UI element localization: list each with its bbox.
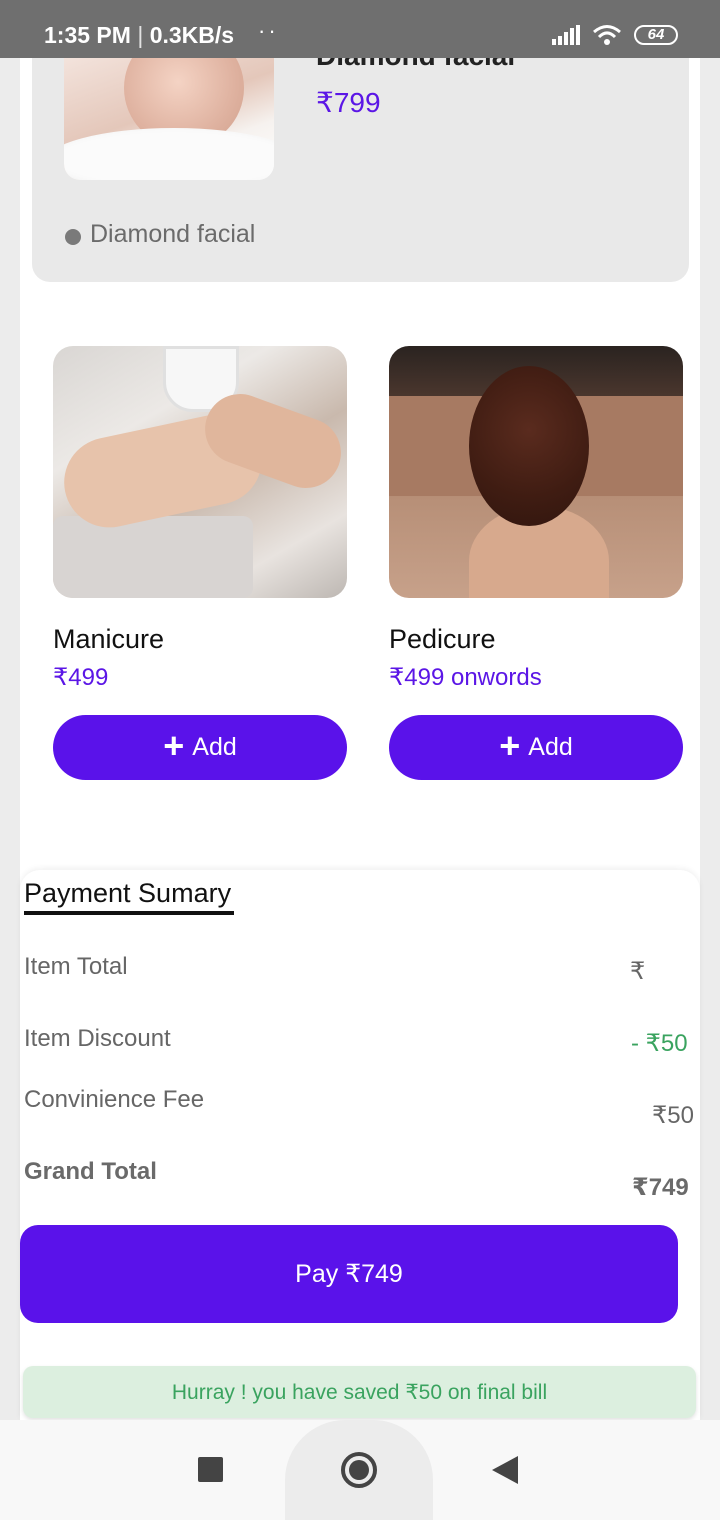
product-image-manicure[interactable] (53, 346, 347, 598)
signal-icon (552, 25, 580, 45)
service-title: Diamond facial (316, 58, 515, 72)
service-price: ₹799 (316, 87, 381, 118)
product-price-manicure: ₹499 (53, 664, 109, 691)
item-discount-label: Item Discount (24, 1025, 171, 1052)
add-pedicure-button[interactable]: + Add (389, 715, 683, 780)
add-button-label: Add (528, 733, 573, 761)
product-name-pedicure: Pedicure (389, 624, 496, 654)
status-bar: 1:35 PM | 0.3KB/s ·· 64 (0, 0, 720, 58)
item-total-value: ₹ (630, 958, 646, 985)
back-triangle-icon[interactable] (492, 1456, 518, 1484)
status-speed: 0.3KB/s (149, 22, 235, 48)
grand-total-label: Grand Total (24, 1158, 157, 1185)
add-manicure-button[interactable]: + Add (53, 715, 347, 780)
savings-banner: Hurray ! you have saved ₹50 on final bil… (23, 1366, 696, 1418)
plus-icon: + (499, 725, 521, 766)
wifi-icon (593, 25, 621, 45)
status-time: 1:35 PM | 0.3KB/s (44, 22, 235, 48)
battery-icon: 64 (634, 25, 678, 45)
item-total-label: Item Total (24, 953, 128, 980)
recents-square-icon[interactable] (198, 1457, 223, 1482)
product-name-manicure: Manicure (53, 624, 165, 654)
home-circle-icon[interactable] (340, 1451, 378, 1489)
status-notification-dots: ·· (258, 18, 279, 43)
title-underline (24, 911, 234, 915)
convenience-fee-label: Convinience Fee (24, 1086, 205, 1113)
pay-button[interactable]: Pay ₹749 (20, 1225, 678, 1323)
grand-total-value: ₹749 (632, 1174, 689, 1201)
item-discount-value: - ₹50 (631, 1030, 688, 1057)
product-price-pedicure: ₹499 onwords (389, 664, 542, 691)
system-nav-bar (0, 1420, 720, 1520)
payment-summary-title: Payment Sumary (24, 878, 232, 908)
service-card-diamond-facial[interactable]: Diamond facial ₹799 Diamond facial (32, 58, 689, 282)
service-label: Diamond facial (90, 220, 256, 248)
product-image-pedicure[interactable] (389, 346, 683, 598)
convenience-fee-value: ₹50 (652, 1102, 694, 1129)
bullet-dot-icon (65, 229, 81, 245)
add-button-label: Add (192, 733, 237, 761)
plus-icon: + (163, 725, 185, 766)
service-image-facial (64, 58, 274, 180)
